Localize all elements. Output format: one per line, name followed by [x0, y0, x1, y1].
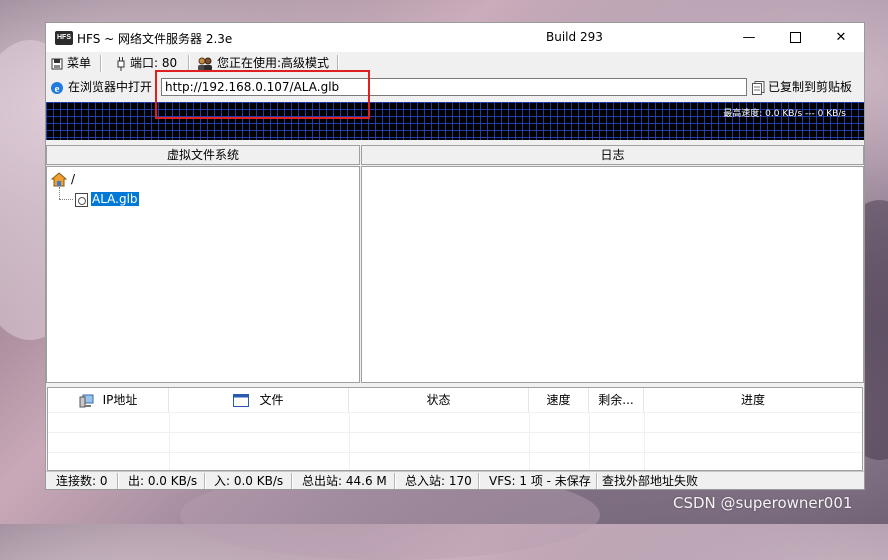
- grid-line: [48, 432, 862, 433]
- copy-to-clipboard-button[interactable]: 已复制到剪贴板: [752, 79, 852, 96]
- main-toolbar: 菜单 端口: 80 您正在使用:高级模式: [46, 53, 864, 73]
- column-status[interactable]: 状态: [349, 388, 529, 412]
- url-input[interactable]: [161, 78, 747, 96]
- hfs-logo-icon: HFS: [55, 31, 73, 45]
- tree-connector: [59, 199, 73, 201]
- window-icon: [233, 394, 250, 407]
- mode-label: 您正在使用:高级模式: [217, 56, 330, 70]
- status-divider: [394, 473, 396, 489]
- status-divider: [478, 473, 480, 489]
- url-toolbar: e 在浏览器中打开 已复制到剪贴板: [46, 75, 864, 101]
- vfs-tree[interactable]: / ALA.glb: [46, 166, 360, 383]
- svg-text:e: e: [55, 83, 60, 95]
- hfs-window: HFS HFS ~ 网络文件服务器 2.3e Build 293 — ✕ 菜单 …: [45, 22, 865, 490]
- toolbar-divider: [188, 55, 190, 72]
- toolbar-divider: [337, 55, 339, 72]
- open-in-browser-button[interactable]: e 在浏览器中打开: [49, 79, 152, 96]
- build-label: Build 293: [546, 30, 603, 44]
- clipboard-icon: [752, 80, 765, 95]
- window-title: HFS ~ 网络文件服务器 2.3e: [77, 32, 233, 46]
- csdn-watermark: CSDN @superowner001: [673, 494, 853, 512]
- status-out-speed: 出: 0.0 KB/s: [128, 474, 198, 488]
- status-vfs-info[interactable]: VFS: 1 项 - 未保存: [489, 473, 591, 489]
- column-ip[interactable]: IP地址: [48, 388, 169, 412]
- minimize-button[interactable]: —: [726, 23, 772, 52]
- title-bar: HFS HFS ~ 网络文件服务器 2.3e Build 293 — ✕: [46, 23, 864, 52]
- status-connections: 连接数: 0: [56, 474, 108, 488]
- home-icon: [51, 172, 67, 187]
- tree-connector: [59, 187, 61, 199]
- open-in-browser-label: 在浏览器中打开: [68, 80, 153, 94]
- grid-line: [349, 412, 350, 470]
- status-divider: [117, 473, 119, 489]
- grid-line: [529, 412, 530, 470]
- grid-line: [48, 412, 862, 413]
- users-icon: [198, 57, 212, 71]
- status-bar: 连接数: 0 出: 0.0 KB/s 入: 0.0 KB/s 总出站: 44.6…: [46, 471, 864, 490]
- column-remaining[interactable]: 剩余...: [589, 388, 644, 412]
- close-icon: ✕: [835, 30, 847, 45]
- port-button[interactable]: 端口: 80: [116, 55, 177, 72]
- grid-line: [589, 412, 590, 470]
- file-icon: [75, 192, 88, 207]
- column-ip-label: IP地址: [102, 393, 138, 407]
- menu-button[interactable]: 菜单: [51, 55, 91, 72]
- status-divider: [291, 473, 293, 489]
- maximize-icon: [789, 32, 801, 43]
- grid-line: [169, 412, 170, 470]
- maximize-button[interactable]: [772, 23, 818, 52]
- menu-label: 菜单: [67, 56, 92, 70]
- status-total-out: 总出站: 44.6 M: [302, 474, 387, 488]
- grid-line: [48, 452, 862, 453]
- close-button[interactable]: ✕: [818, 23, 864, 52]
- mode-button[interactable]: 您正在使用:高级模式: [197, 55, 329, 72]
- grid-line: [644, 412, 645, 470]
- copied-label: 已复制到剪贴板: [768, 80, 853, 94]
- status-total-in: 总入站: 170: [405, 474, 472, 488]
- bandwidth-graph: 最高速度: 0.0 KB/s --- 0 KB/s: [46, 102, 864, 140]
- computer-icon: [79, 394, 94, 407]
- vfs-root-node[interactable]: /: [51, 171, 75, 187]
- column-speed[interactable]: 速度: [529, 388, 589, 412]
- vfs-root-label: /: [71, 172, 76, 186]
- status-divider: [596, 473, 598, 489]
- vfs-panel-header: 虚拟文件系统: [46, 145, 360, 165]
- vfs-file-node[interactable]: ALA.glb: [75, 191, 139, 207]
- status-in-speed: 入: 0.0 KB/s: [214, 474, 284, 488]
- log-panel-header: 日志: [361, 145, 864, 165]
- toolbar-divider: [100, 55, 102, 72]
- column-file-label: 文件: [259, 393, 284, 407]
- max-speed-label: 最高速度: 0.0 KB/s --- 0 KB/s: [723, 109, 846, 119]
- floppy-disk-icon: [51, 58, 63, 69]
- ie-icon: e: [51, 81, 63, 95]
- port-label: 端口: 80: [130, 56, 178, 70]
- status-external-ip[interactable]: 查找外部地址失败: [602, 473, 698, 489]
- column-file[interactable]: 文件: [169, 388, 349, 412]
- vfs-file-label: ALA.glb: [91, 192, 139, 206]
- column-progress[interactable]: 进度: [644, 388, 862, 412]
- log-area[interactable]: [361, 166, 864, 383]
- connections-list[interactable]: IP地址 文件 状态 速度 剩余... 进度: [47, 387, 863, 471]
- minimize-icon: —: [742, 30, 756, 45]
- status-divider: [204, 473, 206, 489]
- plug-icon: [117, 56, 125, 71]
